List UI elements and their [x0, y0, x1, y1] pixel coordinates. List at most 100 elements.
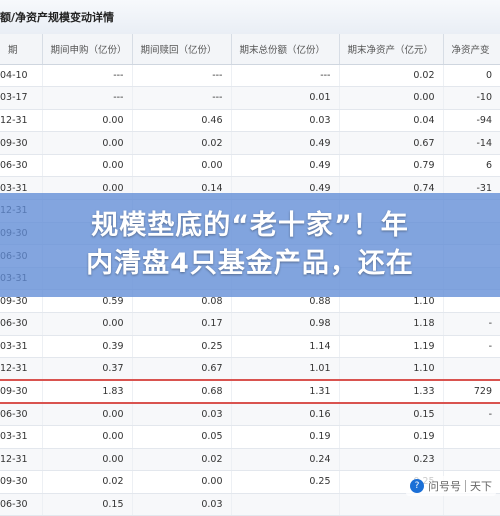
watermark-logo-icon: ?: [410, 479, 424, 493]
watermark-divider: [465, 480, 466, 492]
cell-date: 12-31: [0, 357, 42, 381]
watermark-text: 问号号: [428, 480, 461, 493]
cell-net-asset-change: -94: [442, 109, 500, 133]
cell-subscription: 0.00: [41, 131, 132, 155]
cell-redemption: 0.03: [131, 493, 231, 516]
table-row-highlighted[interactable]: 09-30 1.83 0.68 1.31 1.33 729: [0, 379, 500, 404]
cell-net-asset-change: [442, 493, 500, 516]
cell-net-assets: 0.00: [338, 86, 443, 110]
cell-total-shares: 0.49: [230, 154, 339, 178]
cell-date: 12-31: [0, 448, 42, 472]
column-header-total-shares[interactable]: 期末总份额（亿份）: [230, 34, 339, 65]
table-row[interactable]: 09-30 0.00 0.02 0.49 0.67 -14: [0, 131, 500, 155]
cell-net-assets: 0.19: [338, 425, 443, 449]
cell-net-asset-change: -10: [442, 86, 500, 110]
column-header-net-assets[interactable]: 期末净资产（亿元）: [338, 34, 443, 65]
cell-subscription: 0.02: [41, 470, 132, 494]
table-row[interactable]: 06-30 0.00 0.00 0.49 0.79 6: [0, 154, 500, 178]
cell-redemption: 0.68: [131, 379, 231, 404]
cell-net-assets: [338, 493, 443, 516]
cell-net-asset-change: 6: [442, 154, 500, 178]
cell-subscription: 0.15: [41, 493, 132, 516]
cell-date: 09-30: [0, 379, 42, 404]
cell-date: 06-30: [0, 312, 42, 336]
cell-total-shares: 1.01: [230, 357, 339, 381]
cell-net-assets: 0.79: [338, 154, 443, 178]
cell-net-asset-change: -: [442, 402, 500, 426]
cell-total-shares: 0.49: [230, 131, 339, 155]
table-row[interactable]: 04-10 --- --- --- 0.02 0: [0, 64, 500, 88]
cell-net-assets: 0.04: [338, 109, 443, 133]
cell-redemption: ---: [131, 64, 231, 88]
cell-redemption: 0.17: [131, 312, 231, 336]
cell-net-assets: 1.10: [338, 357, 443, 381]
cell-net-assets: 0.67: [338, 131, 443, 155]
cell-subscription: 0.00: [41, 402, 132, 426]
column-header-subscription[interactable]: 期间申购（亿份）: [41, 34, 132, 65]
table-row[interactable]: 12-31 0.37 0.67 1.01 1.10: [0, 357, 500, 381]
column-header-redemption[interactable]: 期间赎回（亿份）: [131, 34, 231, 65]
cell-total-shares: 0.03: [230, 109, 339, 133]
cell-net-assets: 0.02: [338, 64, 443, 88]
window-titlebar: 额/净资产规模变动详情: [0, 0, 500, 35]
table-header-row: 期 期间申购（亿份） 期间赎回（亿份） 期末总份额（亿份） 期末净资产（亿元） …: [0, 34, 500, 65]
window-title: 额/净资产规模变动详情: [0, 11, 115, 24]
cell-net-assets: 0.15: [338, 402, 443, 426]
cell-net-asset-change: [442, 448, 500, 472]
table-row[interactable]: 03-31 0.00 0.05 0.19 0.19: [0, 425, 500, 449]
cell-redemption: 0.46: [131, 109, 231, 133]
table-row[interactable]: 03-31 0.39 0.25 1.14 1.19-: [0, 335, 500, 359]
table-row[interactable]: 06-30 0.15 0.03: [0, 493, 500, 516]
cell-redemption: 0.00: [131, 154, 231, 178]
cell-net-asset-change: 0: [442, 64, 500, 88]
table-row[interactable]: 06-30 0.00 0.03 0.16 0.15-: [0, 402, 500, 426]
cell-date: 12-31: [0, 109, 42, 133]
cell-date: 09-30: [0, 131, 42, 155]
cell-total-shares: ---: [230, 64, 339, 88]
cell-subscription: 0.00: [41, 109, 132, 133]
headline-banner: 规模垫底的“老十家”！年 内清盘4只基金产品，还在: [0, 193, 500, 297]
headline-line-1: 规模垫底的“老十家”！年: [91, 210, 409, 241]
cell-total-shares: 0.25: [230, 470, 339, 494]
cell-subscription: ---: [41, 64, 132, 88]
cell-date: 06-30: [0, 402, 42, 426]
cell-date: 03-17: [0, 86, 42, 110]
cell-date: 06-30: [0, 493, 42, 516]
table-row[interactable]: 12-31 0.00 0.46 0.03 0.04 -94: [0, 109, 500, 133]
cell-subscription: ---: [41, 86, 132, 110]
cell-net-asset-change: [442, 425, 500, 449]
column-header-date[interactable]: 期: [0, 34, 42, 65]
cell-redemption: 0.67: [131, 357, 231, 381]
cell-net-assets: 0.23: [338, 448, 443, 472]
cell-subscription: 0.00: [41, 425, 132, 449]
cell-redemption: 0.00: [131, 470, 231, 494]
cell-total-shares: 0.98: [230, 312, 339, 336]
cell-subscription: 0.00: [41, 448, 132, 472]
cell-total-shares: 0.16: [230, 402, 339, 426]
cell-date: 03-31: [0, 425, 42, 449]
watermark-text-2: 天下: [470, 480, 492, 493]
cell-redemption: ---: [131, 86, 231, 110]
cell-subscription: 0.39: [41, 335, 132, 359]
cell-subscription: 0.00: [41, 312, 132, 336]
cell-date: 03-31: [0, 335, 42, 359]
cell-net-assets: 1.33: [338, 379, 443, 404]
cell-total-shares: 1.14: [230, 335, 339, 359]
cell-total-shares: 1.31: [230, 379, 339, 404]
table-row[interactable]: 12-31 0.00 0.02 0.24 0.23: [0, 448, 500, 472]
cell-redemption: 0.25: [131, 335, 231, 359]
cell-total-shares: 0.24: [230, 448, 339, 472]
cell-total-shares: 0.01: [230, 86, 339, 110]
table-row[interactable]: 06-30 0.00 0.17 0.98 1.18-: [0, 312, 500, 336]
cell-net-asset-change: -: [442, 312, 500, 336]
cell-subscription: 0.00: [41, 154, 132, 178]
column-header-net-asset-change[interactable]: 净资产变: [442, 34, 500, 65]
cell-net-assets: 1.19: [338, 335, 443, 359]
table-row[interactable]: 03-17 --- --- 0.01 0.00 -10: [0, 86, 500, 110]
cell-date: 09-30: [0, 470, 42, 494]
cell-date: 06-30: [0, 154, 42, 178]
cell-redemption: 0.05: [131, 425, 231, 449]
cell-redemption: 0.02: [131, 131, 231, 155]
cell-net-assets: 1.18: [338, 312, 443, 336]
cell-subscription: 0.37: [41, 357, 132, 381]
